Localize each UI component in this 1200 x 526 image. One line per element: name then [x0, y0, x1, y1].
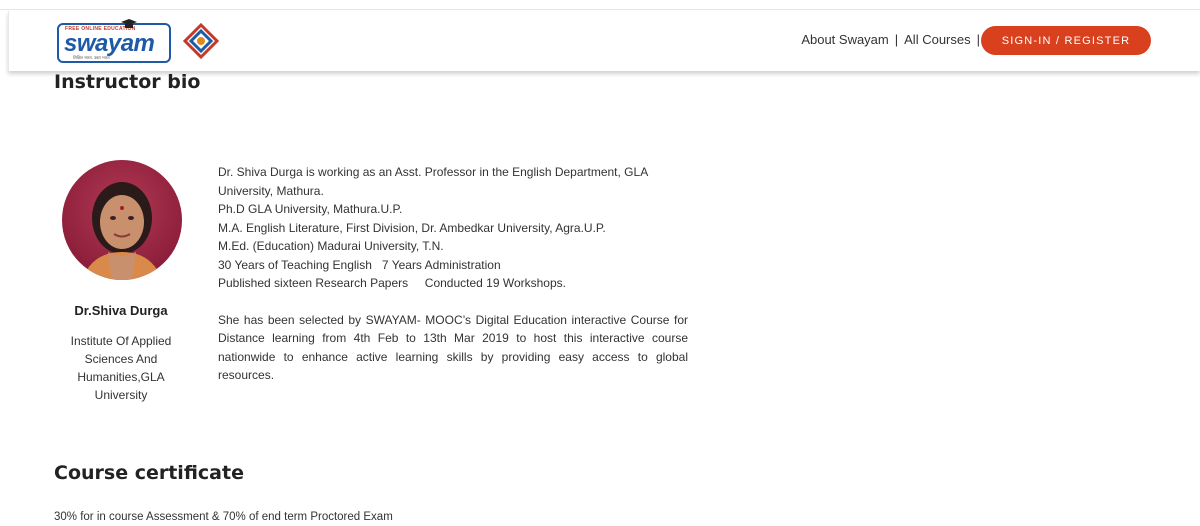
nav-separator: | [894, 32, 899, 47]
bio-line: M.Ed. (Education) Madurai University, T.… [218, 239, 444, 253]
logo-wordmark: swayam [64, 30, 155, 57]
course-certificate-title: Course certificate [54, 462, 244, 484]
certificate-criteria: 30% for in course Assessment & 70% of en… [54, 511, 393, 523]
instructor-name: Dr.Shiva Durga [74, 303, 168, 318]
instructor-affiliation: Institute Of Applied Sciences And Humani… [70, 334, 172, 402]
instructor-bio-title: Instructor bio [54, 71, 201, 93]
nav-separator: | [976, 32, 980, 47]
bio-line: Dr. Shiva Durga is working as an Asst. P… [218, 165, 648, 198]
top-bar [0, 0, 1200, 10]
instructor-bio-text: Dr. Shiva Durga is working as an Asst. P… [218, 163, 688, 385]
bio-line: Published sixteen Research Papers Conduc… [218, 276, 566, 290]
bio-paragraph: She has been selected by SWAYAM- MOOC’s … [218, 312, 688, 383]
bio-line: Ph.D GLA University, Mathura.U.P. [218, 202, 403, 216]
instructor-avatar [62, 160, 182, 280]
logo-subline: शिक्षित भारत, उन्नत भारत [73, 55, 110, 60]
top-nav: About Swayam | All Courses | [801, 32, 980, 47]
instructor-photo [82, 182, 162, 280]
site-header: FREE ONLINE EDUCATION swayam शिक्षित भार… [8, 11, 1200, 71]
signin-register-button[interactable]: SIGN-IN / REGISTER [981, 26, 1151, 55]
nav-about-swayam[interactable]: About Swayam [801, 32, 888, 47]
bio-line: M.A. English Literature, First Division,… [218, 220, 606, 235]
bio-line: 30 Years of Teaching English 7 Years Adm… [218, 257, 501, 272]
emblem-icon [183, 23, 219, 59]
graduation-cap-icon [121, 19, 137, 28]
swayam-logo[interactable]: FREE ONLINE EDUCATION swayam शिक्षित भार… [57, 19, 171, 63]
nav-all-courses[interactable]: All Courses [904, 32, 970, 47]
